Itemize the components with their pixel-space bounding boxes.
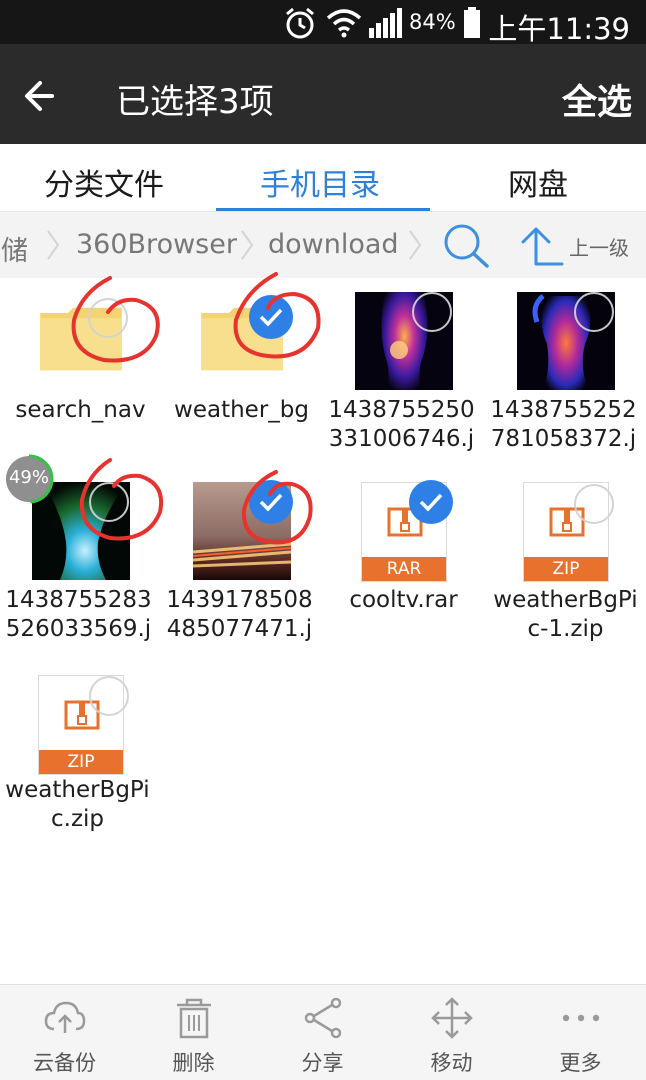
tab-cloud-drive[interactable]: 网盘 bbox=[508, 160, 568, 204]
checked-icon[interactable] bbox=[409, 480, 453, 524]
tab-bar: 分类文件 手机目录 网盘 bbox=[0, 144, 646, 212]
toolbar-label: 删除 bbox=[172, 1051, 215, 1075]
bottom-toolbar: 云备份 删除 分享 移动 更多 bbox=[0, 984, 646, 1080]
selection-count-title: 已选择3项 bbox=[116, 82, 274, 122]
chevron-right-icon bbox=[240, 229, 254, 265]
clock-time: 上午11:39 bbox=[488, 12, 630, 46]
breadcrumb: 存储 360Browser download 上一级 bbox=[0, 212, 646, 278]
file-name-line-1: 1438755252 bbox=[490, 397, 637, 423]
battery-percent: 84% bbox=[409, 10, 456, 34]
selection-checkbox[interactable] bbox=[412, 292, 452, 332]
archive-type-badge: ZIP bbox=[39, 750, 123, 774]
move-icon bbox=[431, 997, 473, 1039]
share-button[interactable]: 分享 bbox=[258, 985, 387, 1080]
progress-percent: 49% bbox=[8, 467, 49, 488]
file-name-line-2: c-1.zip bbox=[527, 616, 604, 642]
status-bar: 84% 上午11:39 bbox=[0, 0, 646, 46]
alarm-icon bbox=[283, 6, 317, 44]
download-progress: 49% bbox=[4, 454, 54, 504]
file-grid: search_nav weather_bg 1438755250 3310067… bbox=[0, 278, 646, 984]
file-item-search-nav[interactable]: search_nav bbox=[0, 278, 161, 438]
file-name-line-2: 331006746.j bbox=[328, 426, 475, 452]
more-icon bbox=[562, 1014, 600, 1022]
cloud-upload-icon bbox=[44, 1001, 86, 1033]
file-name-line-2: c.zip bbox=[50, 806, 105, 832]
selection-checkbox[interactable] bbox=[574, 292, 614, 332]
signal-icon bbox=[368, 8, 404, 42]
file-item-weather-bg[interactable]: weather_bg bbox=[161, 278, 322, 438]
selection-checkbox[interactable] bbox=[88, 298, 128, 338]
chevron-right-icon bbox=[46, 229, 60, 265]
file-item-image-4[interactable]: 1439178508 485077471.j bbox=[161, 468, 322, 648]
file-name-line-1: weatherBgPi bbox=[5, 777, 150, 803]
checked-icon[interactable] bbox=[249, 480, 293, 524]
archive-type-badge: RAR bbox=[362, 557, 446, 581]
file-name-line-2: 781058372.j bbox=[490, 426, 637, 452]
up-arrow-icon[interactable] bbox=[520, 226, 564, 270]
file-item-image-1[interactable]: 1438755250 331006746.j bbox=[323, 278, 484, 458]
file-item-image-2[interactable]: 1438755252 781058372.j bbox=[485, 278, 646, 458]
file-name: search_nav bbox=[15, 397, 146, 423]
share-icon bbox=[304, 997, 342, 1039]
toolbar-label: 分享 bbox=[301, 1051, 344, 1075]
parent-folder-label[interactable]: 上一级 bbox=[569, 232, 629, 261]
file-name: weather_bg bbox=[174, 397, 309, 423]
file-item-cooltv-rar[interactable]: RAR cooltv.rar bbox=[323, 468, 484, 628]
search-icon[interactable] bbox=[442, 222, 490, 272]
selection-checkbox[interactable] bbox=[89, 482, 129, 522]
back-arrow-icon[interactable] bbox=[22, 76, 66, 116]
breadcrumb-path: 存储 360Browser download bbox=[0, 212, 440, 278]
file-name: cooltv.rar bbox=[349, 587, 458, 613]
tab-phone-directory[interactable]: 手机目录 bbox=[260, 160, 380, 204]
archive-type-badge: ZIP bbox=[524, 557, 608, 581]
wifi-icon bbox=[326, 8, 362, 42]
toolbar-label: 云备份 bbox=[33, 1051, 96, 1075]
cloud-backup-button[interactable]: 云备份 bbox=[0, 985, 129, 1080]
breadcrumb-item-download[interactable]: download bbox=[268, 229, 399, 260]
file-name-line-2: 526033569.j bbox=[5, 616, 152, 642]
file-item-weatherbgpic-zip[interactable]: ZIP weatherBgPi c.zip bbox=[0, 658, 161, 838]
file-name-line-2: 485077471.j bbox=[166, 616, 313, 642]
tab-category-files[interactable]: 分类文件 bbox=[44, 160, 164, 204]
battery-icon bbox=[463, 7, 481, 43]
file-item-weatherbgpic-1-zip[interactable]: ZIP weatherBgPi c-1.zip bbox=[485, 468, 646, 648]
chevron-right-icon bbox=[408, 229, 422, 265]
action-bar: 已选择3项 全选 bbox=[0, 44, 646, 144]
move-button[interactable]: 移动 bbox=[387, 985, 516, 1080]
toolbar-label: 移动 bbox=[430, 1051, 473, 1075]
file-name-line-1: 1439178508 bbox=[166, 587, 313, 613]
file-name-line-1: 1438755283 bbox=[5, 587, 152, 613]
selection-checkbox[interactable] bbox=[89, 676, 129, 716]
more-button[interactable]: 更多 bbox=[516, 985, 645, 1080]
file-name-line-1: weatherBgPi bbox=[493, 587, 638, 613]
checked-icon[interactable] bbox=[249, 295, 293, 339]
selection-checkbox[interactable] bbox=[574, 484, 614, 524]
select-all-button[interactable]: 全选 bbox=[562, 74, 632, 125]
delete-button[interactable]: 删除 bbox=[129, 985, 258, 1080]
breadcrumb-item-360browser[interactable]: 360Browser bbox=[76, 229, 237, 260]
trash-icon bbox=[177, 998, 211, 1039]
toolbar-label: 更多 bbox=[559, 1051, 602, 1075]
breadcrumb-item-storage[interactable]: 存储 bbox=[0, 229, 28, 268]
file-name-line-1: 1438755250 bbox=[328, 397, 475, 423]
